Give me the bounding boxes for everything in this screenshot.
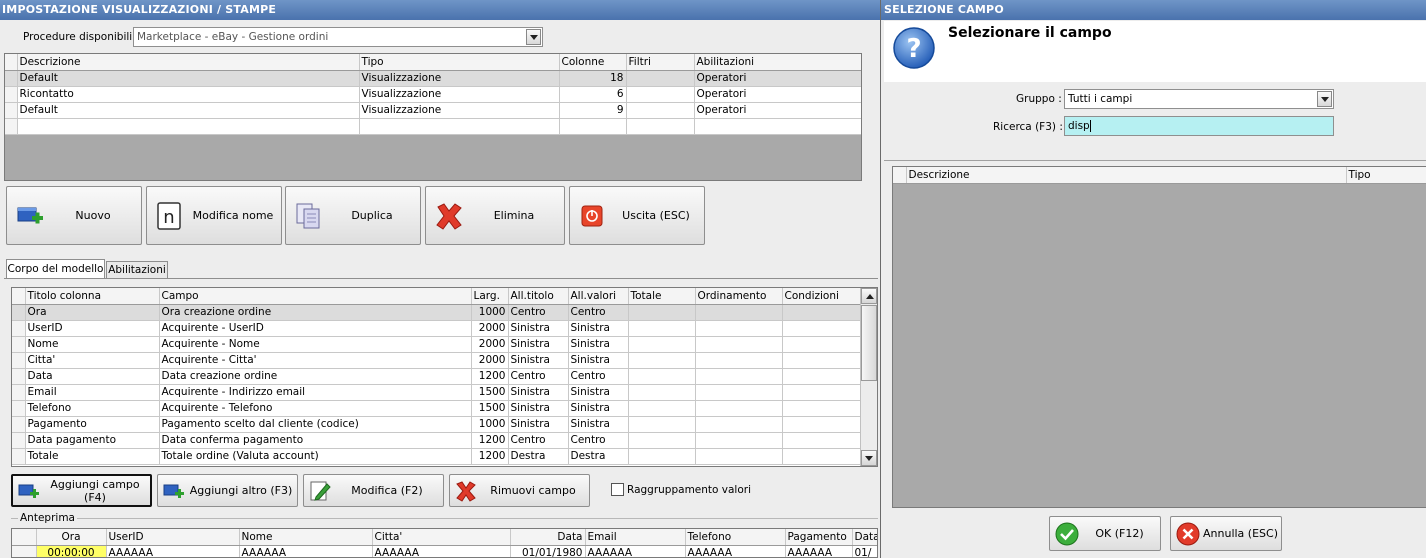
gruppo-value: Tutti i campi [1068,93,1133,105]
rimuovi-campo-button[interactable]: Rimuovi campo [449,474,590,507]
cancel-icon [1176,522,1200,546]
col-descrizione[interactable]: Descrizione [906,167,1347,184]
col-colonne[interactable]: Colonne [559,54,627,71]
separator [884,160,1426,161]
columns-grid[interactable]: Titolo colonna Campo Larg. All.titolo Al… [11,287,878,467]
raggruppamento-checkbox[interactable] [611,483,624,496]
preview-grid: Ora UserID Nome Citta' Data Email Telefo… [11,528,878,558]
table-row[interactable]: Pagamento Pagamento scelto dal cliente (c… [12,416,861,433]
gruppo-select[interactable]: Tutti i campi [1064,89,1334,109]
modifica-button[interactable]: Modifica (F2) [303,474,444,507]
uscita-button[interactable]: Uscita (ESC) [569,186,705,245]
table-row[interactable]: Totale Totale ordine (Valuta account) 1200… [12,448,861,465]
fields-header-row: Descrizione Tipo [893,167,1426,184]
tab-abilitazioni[interactable]: Abilitazioni [106,261,168,279]
nuovo-button[interactable]: Nuovo [6,186,142,245]
preview-row: 00:00:00 AAAAAA AAAAAA AAAAAA 01/01/1980… [12,545,877,557]
col-ordinamento[interactable]: Ordinamento [695,288,783,305]
tab-corpo-modello[interactable]: Corpo del modello [6,259,105,279]
table-row[interactable]: Citta' Acquirente - Citta' 2000 Sinistra Sin… [12,352,861,369]
table-row[interactable]: Telefono Acquirente - Telefono 1500 Sinistr… [12,400,861,417]
views-grid[interactable]: Descrizione Tipo Colonne Filtri Abilitaz… [4,53,862,181]
tab-panel [4,278,878,279]
dialog-title: SELEZIONE CAMPO [881,0,1426,20]
main-window: IMPOSTAZIONE VISUALIZZAZIONI / STAMPE Pr… [0,0,880,558]
vertical-scrollbar[interactable] [860,288,877,466]
preview-header-row: Ora UserID Nome Citta' Data Email Telefo… [12,529,877,546]
duplica-button[interactable]: Duplica [285,186,421,245]
fields-grid[interactable]: Descrizione Tipo [892,166,1426,508]
svg-text:?: ? [906,34,921,64]
table-row[interactable]: Default Visualizzazione 9 Operatori [5,102,861,119]
dialog-heading: Selezionare il campo [948,25,1112,41]
dialog-header: ? Selezionare il campo [884,21,1426,82]
chevron-down-icon[interactable] [526,29,541,45]
col-campo[interactable]: Campo [159,288,472,305]
edit-pencil-icon [309,480,331,502]
table-row-empty[interactable] [5,118,861,135]
rename-icon: n [155,201,185,231]
col-descrizione[interactable]: Descrizione [17,54,360,71]
aggiungi-altro-button[interactable]: Aggiungi altro (F3) [157,474,298,507]
raggruppamento-label: Raggruppamento valori [627,484,752,496]
svg-text:n: n [163,207,174,228]
row-indicator [5,54,18,71]
table-row[interactable]: Data pagamento Data conferma pagamento 120… [12,432,861,449]
ricerca-label: Ricerca (F3) : [993,121,1063,133]
col-tipo[interactable]: Tipo [359,54,560,71]
procedure-select[interactable]: Marketplace - eBay - Gestione ordini [133,27,543,47]
text-cursor [1089,120,1091,132]
delete-x-icon [434,201,464,231]
procedure-label: Procedure disponibili : [23,31,140,43]
col-all-titolo[interactable]: All.titolo [508,288,569,305]
col-larg[interactable]: Larg. [471,288,509,305]
table-row[interactable]: Ora Ora creazione ordine 1000 Centro Centro [12,304,861,321]
preview-label: Anteprima [18,512,77,524]
aggiungi-campo-button[interactable]: Aggiungi campo (F4) [11,474,152,507]
gruppo-label: Gruppo : [1016,93,1062,105]
ok-button[interactable]: OK (F12) [1049,516,1161,551]
scroll-up-arrow-icon[interactable] [861,288,877,304]
table-row[interactable]: Ricontatto Visualizzazione 6 Operatori [5,86,861,103]
columns-header-row: Titolo colonna Campo Larg. All.titolo Al… [12,288,861,305]
col-abilitazioni[interactable]: Abilitazioni [694,54,861,71]
table-row[interactable]: UserID Acquirente - UserID 2000 Sinistra Sin… [12,320,861,337]
col-filtri[interactable]: Filtri [626,54,695,71]
add-window-icon [15,201,45,231]
ricerca-input[interactable]: disp [1064,116,1334,136]
exit-power-icon [578,201,608,231]
table-row[interactable]: Nome Acquirente - Nome 2000 Sinistra Sinistr… [12,336,861,353]
views-header-row: Descrizione Tipo Colonne Filtri Abilitaz… [5,54,861,71]
question-icon: ? [892,26,936,70]
col-titolo-colonna[interactable]: Titolo colonna [25,288,160,305]
chevron-down-icon[interactable] [1317,91,1332,107]
modifica-nome-button[interactable]: n Modifica nome [146,186,282,245]
preview-highlight-cell: 00:00:00 [36,545,107,557]
selezione-campo-dialog: SELEZIONE CAMPO ? Selezionare il campo G… [880,0,1426,558]
scroll-thumb[interactable] [861,305,877,381]
remove-x-icon [455,480,477,502]
elimina-button[interactable]: Elimina [425,186,565,245]
duplicate-icon [294,201,324,231]
add-other-icon [163,480,185,502]
scroll-down-arrow-icon[interactable] [861,450,877,466]
checkmark-icon [1055,522,1079,546]
table-row[interactable]: Email Acquirente - Indirizzo email 1500 Sin… [12,384,861,401]
procedure-value: Marketplace - eBay - Gestione ordini [137,31,329,43]
col-all-valori[interactable]: All.valori [568,288,629,305]
annulla-button[interactable]: Annulla (ESC) [1170,516,1282,551]
window-title: IMPOSTAZIONE VISUALIZZAZIONI / STAMPE [0,0,880,20]
col-tipo[interactable]: Tipo [1346,167,1426,184]
col-condizioni[interactable]: Condizioni [782,288,861,305]
col-totale[interactable]: Totale [628,288,696,305]
table-row[interactable]: Data Data creazione ordine 1200 Centro Centr… [12,368,861,385]
table-row[interactable]: Default Visualizzazione 18 Operatori [5,70,861,87]
add-field-icon [18,480,40,502]
